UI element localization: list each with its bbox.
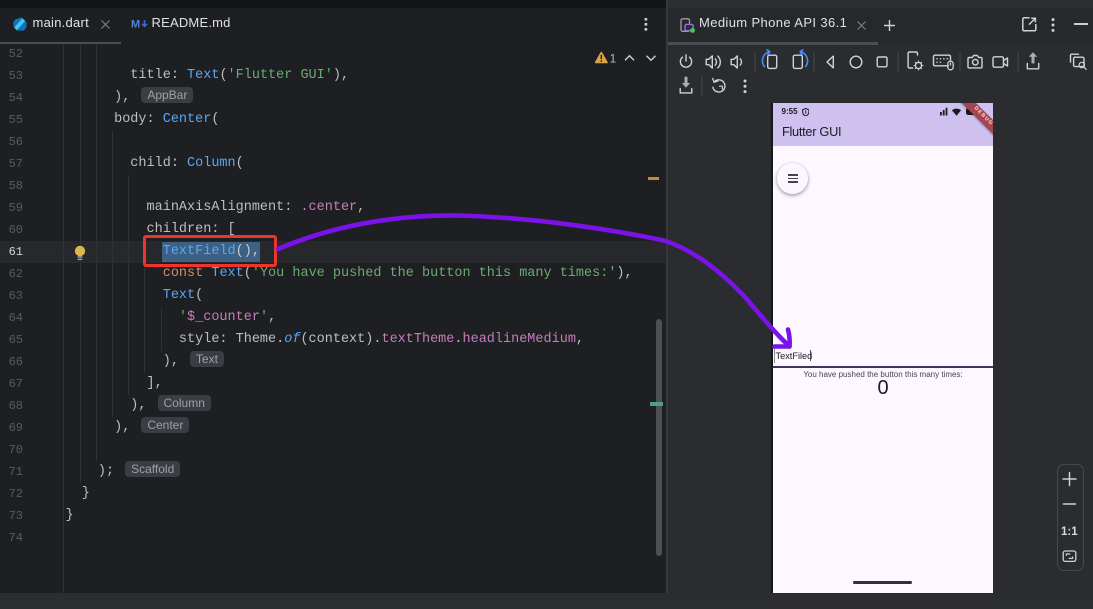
svg-text:1: 1 [610, 53, 616, 65]
svg-text:1:1: 1:1 [1061, 526, 1078, 538]
svg-text:M: M [131, 19, 140, 31]
